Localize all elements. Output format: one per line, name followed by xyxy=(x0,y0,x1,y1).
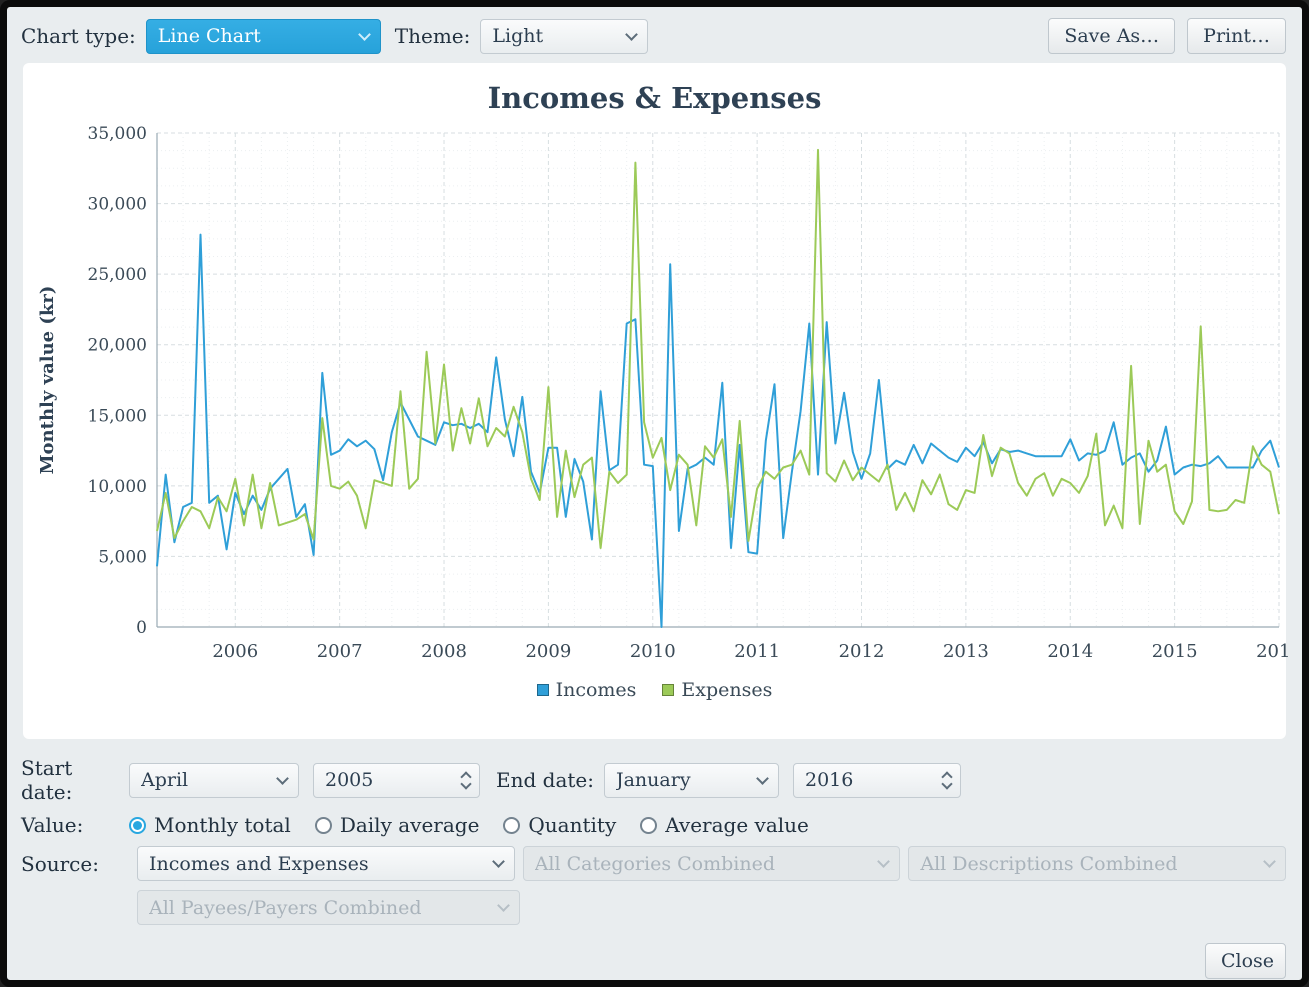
chart-type-select[interactable]: Line Chart xyxy=(146,19,381,54)
radio-label: Quantity xyxy=(528,813,616,837)
categories-select: All Categories Combined xyxy=(523,846,901,881)
chevron-down-icon xyxy=(756,772,769,785)
chart-title: Incomes & Expenses xyxy=(29,81,1280,115)
svg-text:30,000: 30,000 xyxy=(88,195,147,215)
descriptions-select-value: All Descriptions Combined xyxy=(920,853,1177,875)
start-date-label: Start date: xyxy=(21,756,129,804)
radio-daily-average[interactable]: Daily average xyxy=(315,813,480,837)
start-month-value: April xyxy=(141,769,188,791)
theme-label: Theme: xyxy=(395,24,471,48)
date-row: Start date: April 2005 End date: January… xyxy=(21,756,1286,804)
series-expenses xyxy=(157,150,1279,548)
spinner-arrows-icon[interactable] xyxy=(943,773,951,788)
chart-canvas: 0 5,000 10,000 15,000 20,000 25,000 30,000 35,0… xyxy=(29,121,1289,677)
svg-text:2011: 2011 xyxy=(734,641,780,662)
radio-label: Daily average xyxy=(340,813,480,837)
svg-text:15,000: 15,000 xyxy=(88,406,147,426)
svg-text:35,000: 35,000 xyxy=(88,124,147,144)
chevron-down-icon xyxy=(358,28,371,41)
source-label: Source: xyxy=(21,852,129,876)
source-row-2: All Payees/Payers Combined xyxy=(21,890,1286,925)
svg-text:2015: 2015 xyxy=(1152,641,1198,662)
value-radio-group: Monthly total Daily average Quantity Averag… xyxy=(129,813,809,837)
radio-average-value[interactable]: Average value xyxy=(640,813,809,837)
radio-circle-icon[interactable] xyxy=(315,817,332,834)
toolbar: Chart type: Line Chart Theme: Light Save… xyxy=(7,7,1302,63)
svg-text:5,000: 5,000 xyxy=(98,547,147,567)
source-row: Source: Incomes and Expenses All Categor… xyxy=(21,846,1286,881)
categories-select-value: All Categories Combined xyxy=(535,853,775,875)
chart-dialog-window: Chart type: Line Chart Theme: Light Save… xyxy=(0,0,1309,987)
print-button[interactable]: Print… xyxy=(1187,18,1286,54)
series-incomes xyxy=(157,235,1279,627)
spinner-arrows-icon[interactable] xyxy=(462,773,470,788)
radio-monthly-total[interactable]: Monthly total xyxy=(129,813,291,837)
source-select-value: Incomes and Expenses xyxy=(149,853,369,875)
svg-text:2007: 2007 xyxy=(317,641,363,662)
legend-item-incomes: Incomes xyxy=(537,679,637,701)
end-date-label: End date: xyxy=(496,768,594,792)
start-year-value: 2005 xyxy=(325,769,373,791)
chevron-down-icon xyxy=(276,772,289,785)
theme-select[interactable]: Light xyxy=(480,19,648,54)
chevron-down-icon xyxy=(497,899,510,912)
payees-select-value: All Payees/Payers Combined xyxy=(149,897,422,919)
end-year-value: 2016 xyxy=(805,769,853,791)
svg-text:2012: 2012 xyxy=(839,641,885,662)
controls-area: Start date: April 2005 End date: January… xyxy=(7,739,1302,925)
legend-swatch-icon xyxy=(662,684,674,696)
chart-panel: Incomes & Expenses 0 5,000 10,000 15,000 20,… xyxy=(23,63,1286,739)
descriptions-select: All Descriptions Combined xyxy=(908,846,1286,881)
svg-text:2009: 2009 xyxy=(525,641,571,662)
legend-label: Incomes xyxy=(556,679,637,701)
close-row: Close xyxy=(7,934,1302,979)
end-year-spinner[interactable]: 2016 xyxy=(793,763,961,798)
end-month-select[interactable]: January xyxy=(604,763,779,798)
svg-text:25,000: 25,000 xyxy=(88,265,147,285)
radio-circle-icon[interactable] xyxy=(503,817,520,834)
end-month-value: January xyxy=(616,769,691,791)
chevron-down-icon xyxy=(1263,855,1276,868)
value-label: Value: xyxy=(21,813,129,837)
chart-type-label: Chart type: xyxy=(21,24,136,48)
source-select[interactable]: Incomes and Expenses xyxy=(137,846,515,881)
start-year-spinner[interactable]: 2005 xyxy=(313,763,480,798)
save-as-button[interactable]: Save As… xyxy=(1048,18,1175,54)
svg-text:2008: 2008 xyxy=(421,641,467,662)
chevron-down-icon xyxy=(877,855,890,868)
radio-circle-icon[interactable] xyxy=(129,817,146,834)
start-month-select[interactable]: April xyxy=(129,763,299,798)
svg-text:Monthly value (kr): Monthly value (kr) xyxy=(37,286,58,475)
svg-text:2010: 2010 xyxy=(630,641,676,662)
svg-text:2016: 2016 xyxy=(1256,641,1289,662)
radio-label: Monthly total xyxy=(154,813,291,837)
theme-value: Light xyxy=(492,25,543,47)
svg-text:2013: 2013 xyxy=(943,641,989,662)
legend-label: Expenses xyxy=(681,679,772,701)
chevron-down-icon xyxy=(626,28,639,41)
svg-text:0: 0 xyxy=(136,618,147,638)
close-button[interactable]: Close xyxy=(1205,943,1286,979)
radio-label: Average value xyxy=(665,813,809,837)
radio-quantity[interactable]: Quantity xyxy=(503,813,616,837)
value-row: Value: Monthly total Daily average Quantit… xyxy=(21,813,1286,837)
svg-text:10,000: 10,000 xyxy=(88,477,147,497)
chevron-down-icon xyxy=(492,855,505,868)
payees-select: All Payees/Payers Combined xyxy=(137,890,520,925)
chart-legend: Incomes Expenses xyxy=(29,679,1280,701)
chart-type-value: Line Chart xyxy=(158,25,261,47)
svg-text:2014: 2014 xyxy=(1047,641,1093,662)
svg-text:20,000: 20,000 xyxy=(88,336,147,356)
legend-item-expenses: Expenses xyxy=(662,679,772,701)
legend-swatch-icon xyxy=(537,684,549,696)
svg-text:2006: 2006 xyxy=(212,641,258,662)
radio-circle-icon[interactable] xyxy=(640,817,657,834)
